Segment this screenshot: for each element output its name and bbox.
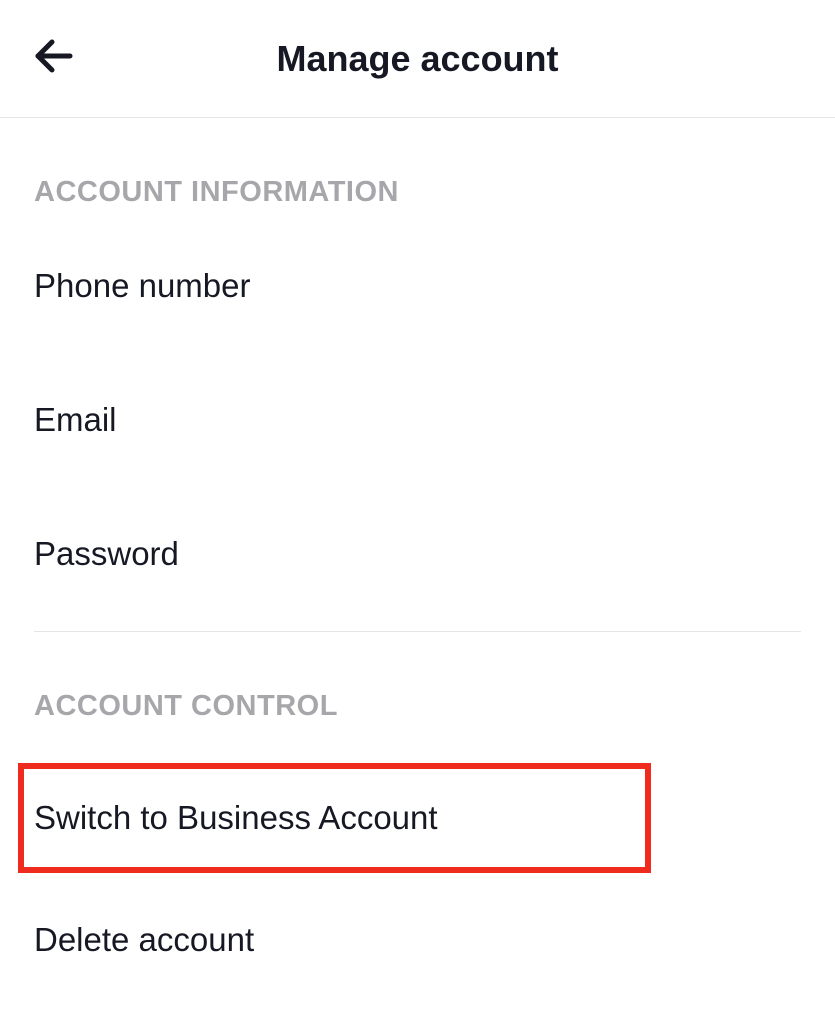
- list-item-email[interactable]: Email: [34, 353, 801, 487]
- list-item-delete-account[interactable]: Delete account: [34, 873, 801, 1007]
- section-header-account-information: ACCOUNT INFORMATION: [34, 118, 801, 219]
- account-information-section: ACCOUNT INFORMATION Phone number Email P…: [0, 118, 835, 632]
- list-item-password[interactable]: Password: [34, 487, 801, 621]
- header-bar: Manage account: [0, 0, 835, 118]
- list-item-phone-number[interactable]: Phone number: [34, 219, 801, 353]
- arrow-left-icon: [30, 32, 78, 85]
- account-control-section: ACCOUNT CONTROL Switch to Business Accou…: [0, 632, 835, 1007]
- section-header-account-control: ACCOUNT CONTROL: [34, 632, 801, 733]
- back-button[interactable]: [30, 32, 78, 85]
- highlight-box: Switch to Business Account: [18, 763, 651, 873]
- list-item-switch-business[interactable]: Switch to Business Account: [34, 769, 645, 867]
- page-title: Manage account: [30, 38, 805, 80]
